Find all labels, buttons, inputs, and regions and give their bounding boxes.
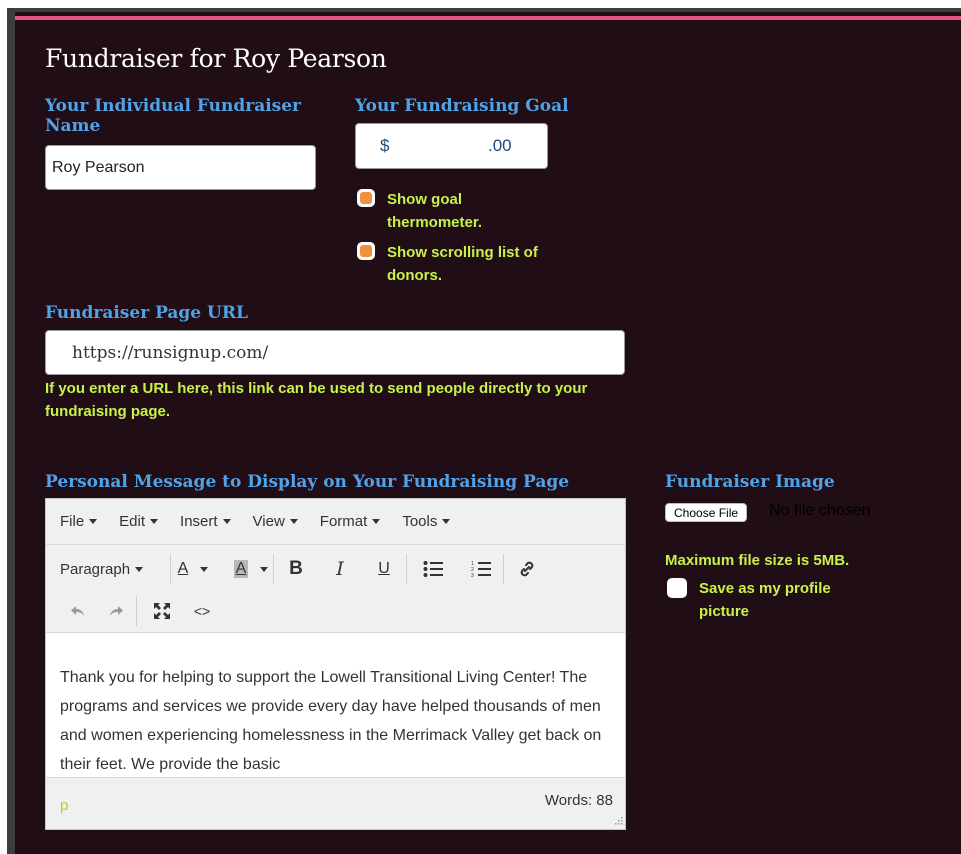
profile-picture-option[interactable]: Save as my profile picture (667, 577, 907, 623)
source-code-icon[interactable]: <> (187, 595, 217, 627)
show-donors-checkbox[interactable] (357, 242, 375, 260)
currency-symbol: $ (380, 136, 390, 155)
show-thermometer-option[interactable]: Show goal thermometer. (357, 188, 557, 234)
profile-picture-label: Save as my profile picture (699, 580, 831, 620)
undo-icon[interactable] (60, 595, 96, 627)
show-thermometer-checkbox[interactable] (357, 189, 375, 207)
background-color-icon[interactable]: A (215, 553, 273, 585)
accent-bar (15, 16, 961, 20)
page-title: Fundraiser for Roy Pearson (45, 44, 387, 73)
message-content[interactable]: Thank you for helping to support the Low… (46, 633, 625, 779)
text-color-icon[interactable]: A (171, 553, 215, 585)
menu-tools[interactable]: Tools (402, 513, 451, 530)
resize-handle-icon[interactable] (613, 817, 623, 827)
fundraiser-name-label: Your Individual Fundraiser Name (45, 96, 302, 136)
menu-format[interactable]: Format (320, 513, 381, 530)
menu-view[interactable]: View (253, 513, 298, 530)
goal-input[interactable]: $ .00 (355, 123, 548, 169)
numbered-list-icon[interactable]: 123 (459, 553, 503, 585)
bold-icon[interactable]: B (274, 553, 318, 585)
italic-icon[interactable]: I (318, 553, 362, 585)
editor-statusbar: p Words: 88 (46, 777, 625, 829)
page-url-label: Fundraiser Page URL (45, 303, 248, 323)
profile-picture-checkbox[interactable] (667, 578, 687, 598)
cents-suffix: .00 (488, 136, 512, 155)
show-donors-option[interactable]: Show scrolling list of donors. (357, 241, 597, 287)
redo-icon[interactable] (96, 595, 136, 627)
underline-icon[interactable]: U (362, 553, 406, 585)
link-icon[interactable] (504, 553, 550, 585)
max-size-text: Maximum file size is 5MB. (665, 552, 850, 569)
image-label: Fundraiser Image (665, 472, 835, 492)
show-donors-label: Show scrolling list of donors. (387, 244, 538, 284)
page-url-help: If you enter a URL here, this link can b… (45, 380, 588, 420)
no-file-text: No file chosen (769, 502, 871, 519)
menu-file[interactable]: File (60, 513, 98, 530)
element-path[interactable]: p (60, 797, 68, 814)
message-editor[interactable]: File Edit Insert View Format Tools Parag… (45, 498, 626, 830)
svg-text:3: 3 (471, 573, 474, 578)
choose-file-button[interactable]: Choose File (665, 503, 748, 522)
bullet-list-icon[interactable] (407, 553, 459, 585)
fullscreen-icon[interactable] (137, 595, 187, 627)
word-count: Words: 88 (544, 792, 613, 809)
goal-label: Your Fundraising Goal (355, 96, 569, 116)
editor-toolbar: Paragraph A A B I U 123 <> (46, 545, 625, 633)
page-url-input[interactable] (45, 330, 625, 375)
block-format-dropdown[interactable]: Paragraph (46, 553, 170, 585)
menu-edit[interactable]: Edit (119, 513, 159, 530)
menu-insert[interactable]: Insert (180, 513, 231, 530)
fundraiser-name-input[interactable] (45, 145, 316, 190)
message-label: Personal Message to Display on Your Fund… (45, 472, 570, 492)
show-thermometer-label: Show goal thermometer. (387, 191, 483, 231)
editor-menubar: File Edit Insert View Format Tools (46, 499, 625, 545)
